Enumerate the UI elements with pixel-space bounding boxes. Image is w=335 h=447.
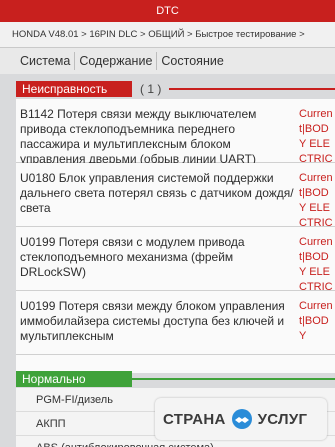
tab-status[interactable]: Состояние — [157, 52, 227, 70]
fault-row[interactable]: B1142 Потеря связи между выключателем пр… — [16, 99, 335, 166]
fault-list[interactable]: B1142 Потеря связи между выключателем пр… — [16, 99, 335, 373]
tab-bar: Система Содержание Состояние — [0, 48, 335, 74]
handshake-icon — [231, 409, 252, 429]
watermark-logo: СТРАНА УСЛУГ — [155, 398, 327, 440]
fault-row[interactable]: U0199 Потеря связи между блоком управлен… — [16, 291, 335, 355]
fault-row[interactable]: U0199 Потеря связи с модулем привода сте… — [16, 227, 335, 291]
fault-status: Current|BODY — [299, 300, 333, 342]
normal-header-label: Нормально — [16, 371, 132, 387]
fault-row[interactable]: U0180 Блок управления системой поддержки… — [16, 163, 335, 227]
fault-description: U0199 Потеря связи с модулем привода сте… — [20, 235, 245, 279]
tab-content[interactable]: Содержание — [75, 52, 158, 70]
fault-description: B1142 Потеря связи между выключателем пр… — [20, 107, 257, 166]
fault-count: ( 1 ) — [140, 82, 162, 96]
watermark-right-text: УСЛУГ — [257, 410, 308, 428]
tab-system[interactable]: Система — [16, 52, 76, 70]
fault-description: U0180 Блок управления системой поддержки… — [20, 171, 294, 215]
fault-header-rule — [169, 88, 335, 90]
breadcrumb: HONDA V48.01 > 16PIN DLC > ОБЩИЙ > Быстр… — [0, 22, 335, 48]
fault-status: Current|BODY ELECTRICAL — [299, 172, 333, 227]
page-title: DTC — [156, 5, 179, 17]
fault-header-label: Неисправность — [16, 81, 132, 97]
normal-header-rule — [132, 378, 335, 380]
fault-status: Current|BODY ELECTRICAL — [299, 108, 333, 163]
title-bar: DTC — [0, 0, 335, 22]
fault-section-header[interactable]: Неисправность ( 1 ) — [16, 81, 335, 97]
fault-description: U0199 Потеря связи между блоком управлен… — [20, 299, 285, 343]
fault-status: Current|BODY ELECTRICAL — [299, 236, 333, 291]
watermark-left-text: СТРАНА — [163, 410, 226, 428]
normal-section-header[interactable]: Нормально — [16, 371, 335, 387]
